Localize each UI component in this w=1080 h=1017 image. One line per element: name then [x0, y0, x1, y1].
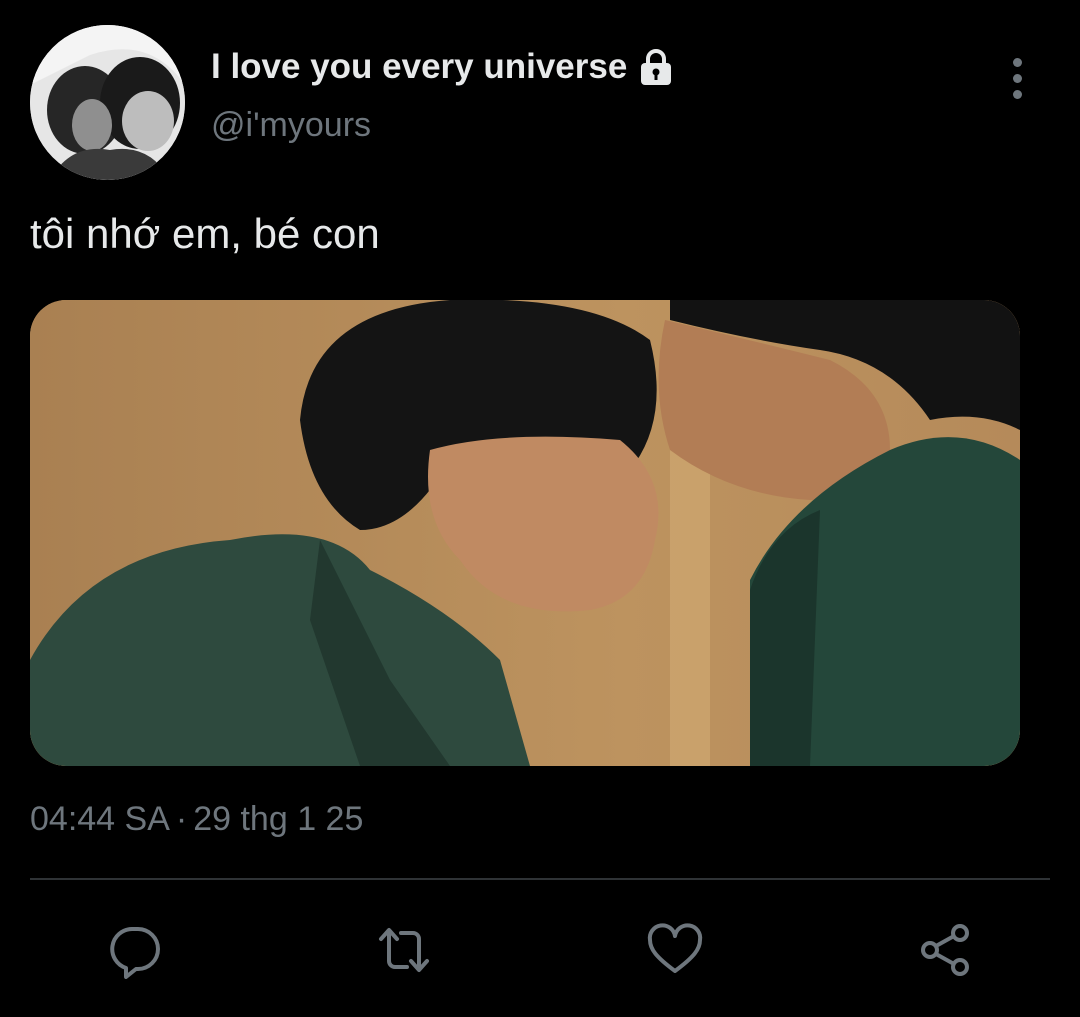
- display-name-row: I love you every universe: [211, 45, 675, 89]
- heart-icon: [647, 923, 703, 973]
- retweet-button[interactable]: [372, 918, 436, 982]
- more-dot: [1012, 89, 1022, 99]
- tweet-text: tôi nhớ em, bé con: [30, 210, 380, 257]
- reply-button[interactable]: [103, 918, 167, 982]
- timestamp-separator: ·: [175, 800, 188, 838]
- like-button[interactable]: [643, 918, 707, 982]
- divider: [30, 878, 1050, 880]
- avatar[interactable]: [30, 25, 185, 180]
- reply-icon: [110, 927, 160, 979]
- tweet-date: 29 thg 1 25: [193, 800, 364, 838]
- share-icon: [921, 924, 969, 976]
- avatar-photo: [30, 25, 185, 180]
- more-options-button[interactable]: [995, 52, 1039, 104]
- tweet-time: 04:44 SA: [30, 800, 170, 838]
- tweet-media-image[interactable]: [30, 300, 1020, 766]
- more-vertical-icon: [1012, 57, 1022, 67]
- share-button[interactable]: [913, 918, 977, 982]
- tweet-photo: [30, 300, 1020, 766]
- lock-icon: [641, 49, 672, 85]
- user-handle[interactable]: @i'myours: [211, 106, 371, 145]
- display-name[interactable]: I love you every universe: [211, 47, 627, 87]
- retweet-icon: [379, 928, 429, 972]
- timestamp: 04:44 SA · 29 thg 1 25: [30, 800, 363, 839]
- more-dot: [1012, 73, 1022, 83]
